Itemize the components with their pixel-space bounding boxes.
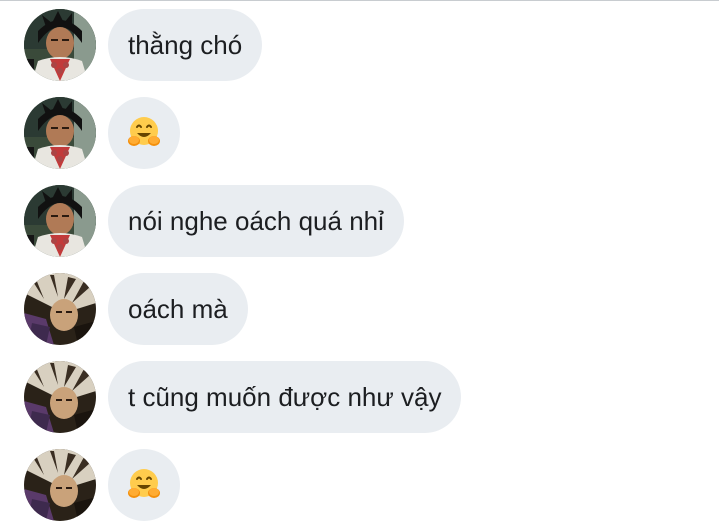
hugging-face-emoji <box>128 117 160 146</box>
message-bubble[interactable]: nói nghe oách quá nhỉ <box>108 185 404 257</box>
message-bubble[interactable] <box>108 449 180 521</box>
avatar-user-b[interactable] <box>24 449 96 521</box>
message-bubble[interactable]: thằng chó <box>108 9 263 81</box>
chat-message: t cũng muốn được như vậy <box>24 361 462 433</box>
message-text: t cũng muốn được như vậy <box>128 382 442 412</box>
message-text: nói nghe oách quá nhỉ <box>128 206 384 236</box>
message-bubble[interactable]: t cũng muốn được như vậy <box>108 361 462 433</box>
message-bubble[interactable] <box>108 97 180 169</box>
chat-message: nói nghe oách quá nhỉ <box>24 185 404 257</box>
avatar-user-b[interactable] <box>24 273 96 345</box>
hugging-face-emoji <box>128 469 160 498</box>
chat-thread: thằng chó nói nghe oách quá nhỉ oách mà … <box>0 0 719 530</box>
avatar-user-a[interactable] <box>24 97 96 169</box>
chat-message <box>24 97 180 169</box>
chat-message: thằng chó <box>24 9 263 81</box>
message-bubble[interactable]: oách mà <box>108 273 248 345</box>
message-text: thằng chó <box>128 30 243 60</box>
avatar-user-a[interactable] <box>24 185 96 257</box>
avatar-user-a[interactable] <box>24 9 96 81</box>
chat-message <box>24 449 180 521</box>
chat-message: oách mà <box>24 273 248 345</box>
message-text: oách mà <box>128 294 228 324</box>
avatar-user-b[interactable] <box>24 361 96 433</box>
